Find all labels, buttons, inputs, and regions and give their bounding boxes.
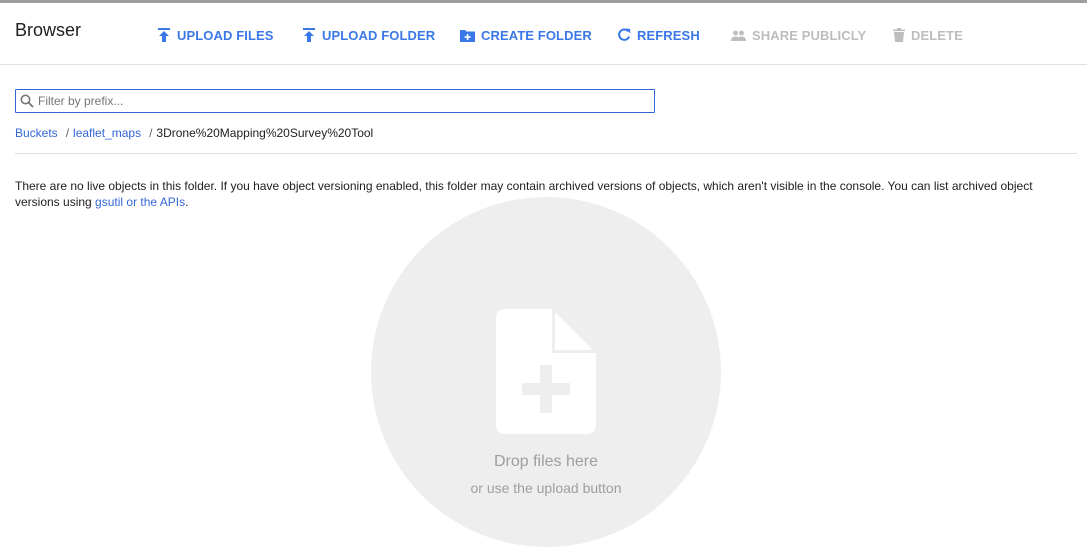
- people-icon: [731, 30, 746, 41]
- delete-button[interactable]: DELETE: [893, 25, 963, 45]
- refresh-button[interactable]: REFRESH: [617, 25, 700, 45]
- upload-icon: [158, 28, 170, 42]
- page-title: Browser: [15, 20, 82, 40]
- divider: [15, 153, 1077, 154]
- search-icon: [20, 94, 34, 108]
- refresh-label: REFRESH: [637, 27, 700, 43]
- breadcrumb-bucket-link[interactable]: leaflet_maps: [73, 126, 141, 140]
- trash-icon: [893, 28, 905, 42]
- filter-input[interactable]: [38, 91, 654, 111]
- drop-zone[interactable]: Drop files here or use the upload button: [371, 197, 721, 547]
- upload-folder-label: UPLOAD FOLDER: [322, 27, 436, 43]
- share-publicly-button[interactable]: SHARE PUBLICLY: [731, 25, 866, 45]
- create-folder-label: CREATE FOLDER: [481, 27, 592, 43]
- upload-folder-button[interactable]: UPLOAD FOLDER: [302, 25, 435, 45]
- create-folder-icon: [460, 29, 475, 42]
- breadcrumb-separator: /: [149, 126, 153, 140]
- breadcrumb-buckets-link[interactable]: Buckets: [15, 126, 58, 140]
- share-publicly-label: SHARE PUBLICLY: [752, 27, 867, 43]
- breadcrumb-separator: /: [65, 126, 70, 140]
- breadcrumb: Buckets / leaflet_maps / 3Drone%20Mappin…: [15, 125, 373, 141]
- file-add-icon: [496, 309, 596, 434]
- create-folder-button[interactable]: CREATE FOLDER: [460, 25, 592, 45]
- drop-files-title: Drop files here: [493, 453, 599, 470]
- breadcrumb-current-folder: 3Drone%20Mapping%20Survey%20Tool: [156, 126, 374, 140]
- upload-files-label: UPLOAD FILES: [177, 27, 274, 43]
- filter-box: [15, 89, 655, 113]
- notice-suffix: .: [185, 195, 189, 209]
- drop-files-subtitle: or use the upload button: [470, 480, 622, 496]
- gsutil-apis-link[interactable]: gsutil or the APIs: [95, 195, 185, 209]
- delete-label: DELETE: [911, 27, 963, 43]
- upload-files-button[interactable]: UPLOAD FILES: [157, 25, 274, 45]
- refresh-icon: [618, 28, 631, 41]
- upload-icon: [303, 28, 315, 42]
- toolbar: Browser UPLOAD FILES UPLOAD FOLDER CREAT…: [0, 3, 1087, 65]
